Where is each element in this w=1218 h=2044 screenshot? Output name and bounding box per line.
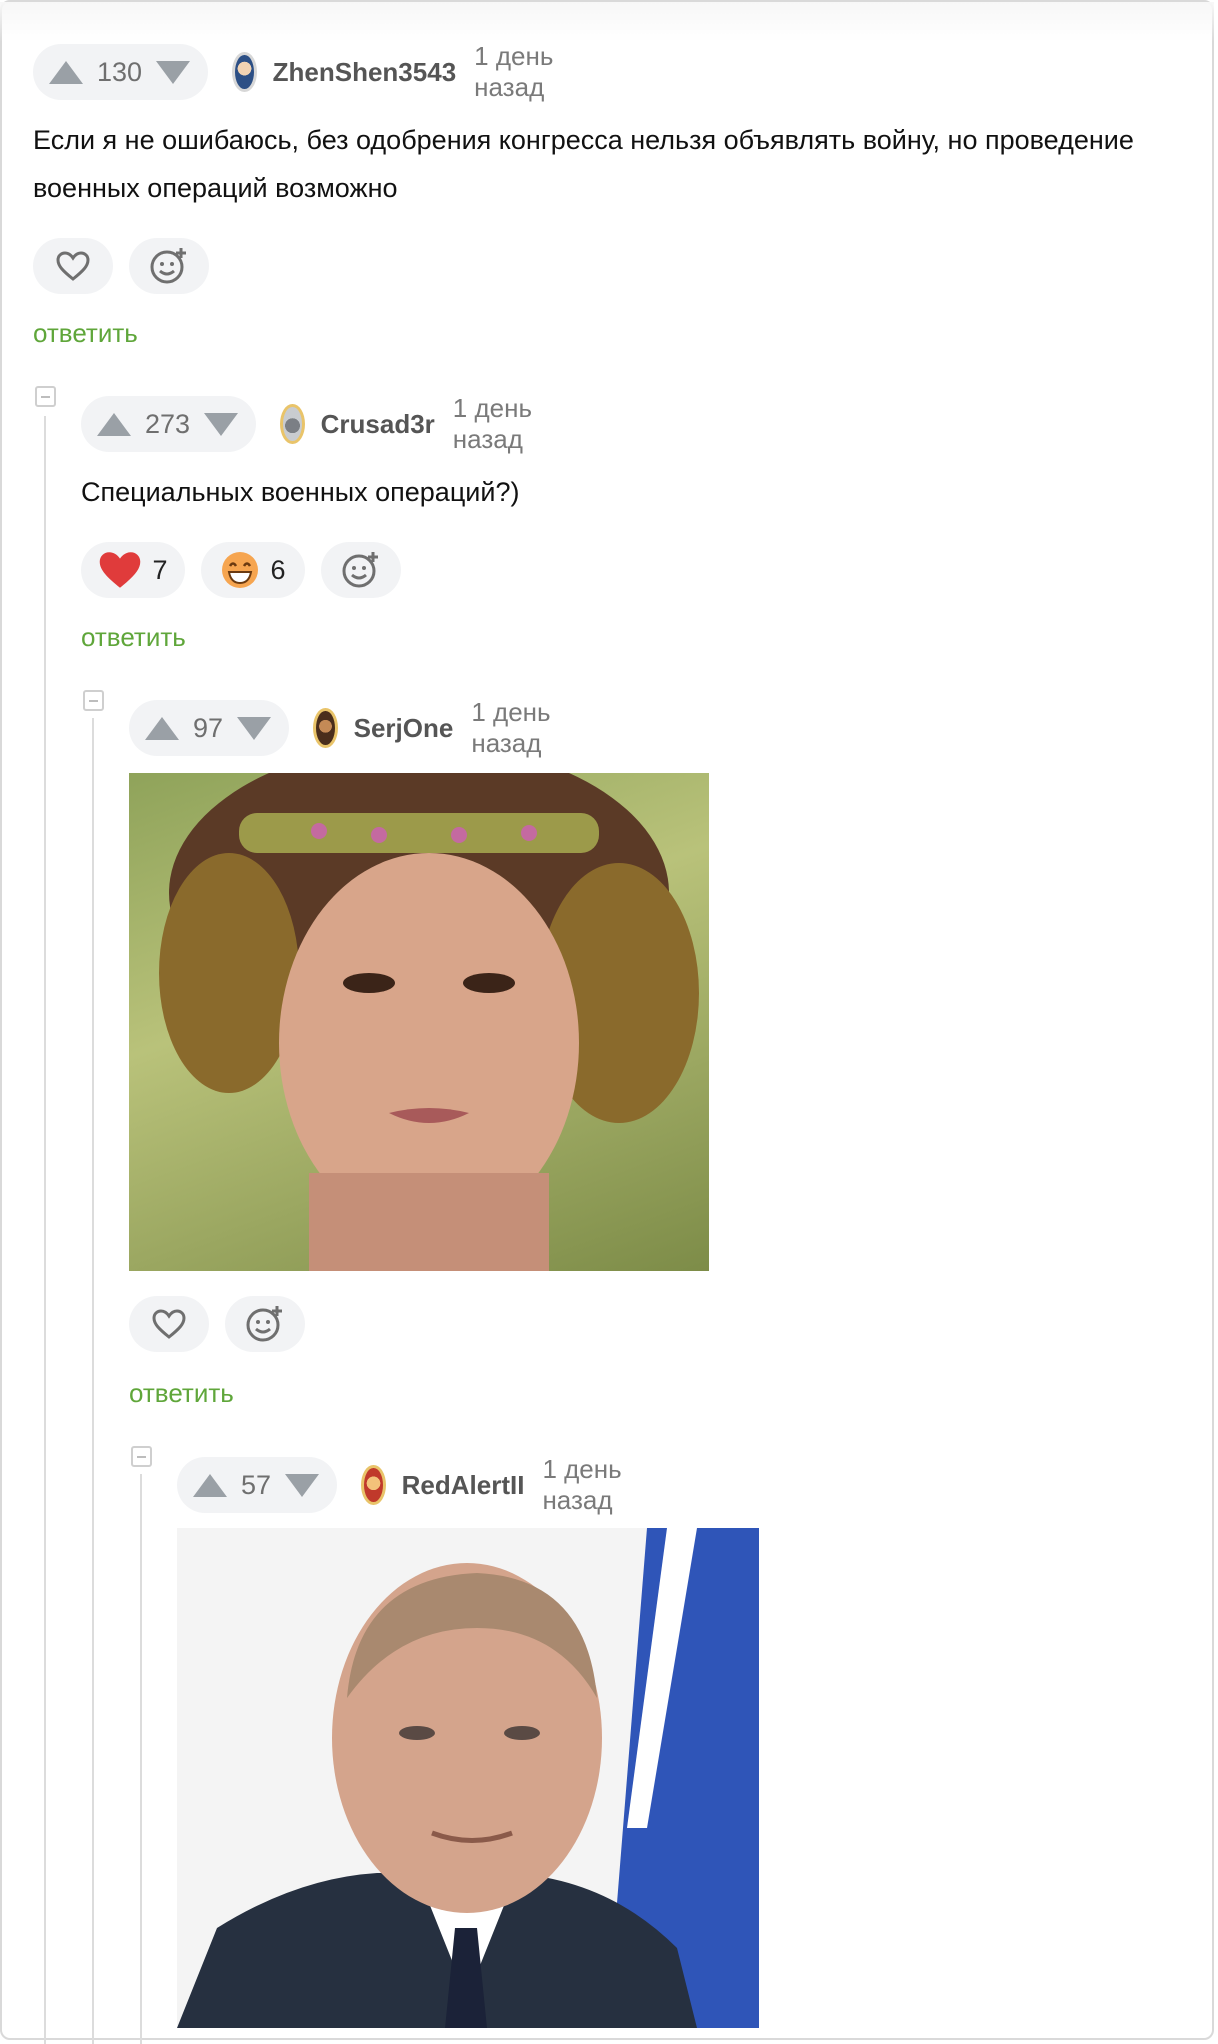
upvote-icon[interactable] bbox=[49, 60, 83, 84]
reaction-count: 7 bbox=[152, 554, 168, 585]
downvote-icon[interactable] bbox=[237, 716, 272, 740]
comment-time[interactable]: 1 день назад bbox=[471, 697, 557, 759]
heart-outline-icon bbox=[56, 251, 90, 281]
comment-header: 57 RedAlertII 1 день назад bbox=[177, 1454, 628, 1516]
comment-header: 273 Crusad3r 1 день назад bbox=[81, 393, 539, 455]
author-name[interactable]: RedAlertII bbox=[402, 1470, 525, 1501]
reply-link[interactable]: ответить bbox=[129, 1378, 234, 1409]
comment-text: Если я не ошибаюсь, без одобрения конгре… bbox=[33, 116, 1134, 212]
downvote-icon[interactable] bbox=[285, 1473, 320, 1497]
reaction-count: 6 bbox=[270, 554, 286, 585]
collapse-toggle-level-3[interactable] bbox=[131, 1446, 152, 1467]
comment-text-line: военных операций возможно bbox=[33, 173, 398, 203]
add-reaction-button[interactable] bbox=[129, 238, 209, 294]
comment-image[interactable] bbox=[177, 1528, 759, 2028]
author-name[interactable]: SerjOne bbox=[354, 713, 454, 744]
comment-text-line: Специальных военных операций?) bbox=[81, 477, 520, 507]
vote-widget: 273 bbox=[81, 396, 257, 452]
vote-widget: 130 bbox=[33, 44, 209, 100]
panel-top-shadow bbox=[0, 2, 1214, 42]
collapse-toggle-level-1[interactable] bbox=[35, 386, 56, 407]
thread-line-level-2[interactable] bbox=[92, 718, 94, 2044]
downvote-icon[interactable] bbox=[156, 60, 191, 84]
comment-header: 130 ZhenShen3543 1 день назад bbox=[33, 41, 560, 103]
comment-time[interactable]: 1 день назад bbox=[453, 393, 539, 455]
upvote-icon[interactable] bbox=[97, 412, 131, 436]
comment-score: 130 bbox=[97, 56, 143, 87]
avatar[interactable] bbox=[313, 708, 338, 748]
reply-link[interactable]: ответить bbox=[33, 318, 138, 349]
add-emoji-icon bbox=[246, 1306, 282, 1342]
comment-score: 273 bbox=[145, 408, 191, 439]
collapse-toggle-level-2[interactable] bbox=[83, 690, 104, 711]
add-reaction-button[interactable] bbox=[321, 542, 401, 598]
author-name[interactable]: ZhenShen3543 bbox=[273, 57, 457, 88]
add-emoji-icon bbox=[342, 552, 378, 588]
downvote-icon[interactable] bbox=[204, 412, 239, 436]
avatar[interactable] bbox=[280, 404, 305, 444]
reaction-button[interactable]: 7 bbox=[81, 542, 185, 598]
add-emoji-icon bbox=[150, 248, 186, 284]
avatar[interactable] bbox=[232, 52, 257, 92]
thread-line-level-1[interactable] bbox=[44, 416, 46, 2044]
upvote-icon[interactable] bbox=[145, 716, 179, 740]
red-heart-icon bbox=[100, 552, 141, 588]
photo-woman-with-headband bbox=[159, 773, 699, 1271]
like-button[interactable] bbox=[129, 1296, 209, 1352]
vote-widget: 57 bbox=[177, 1457, 338, 1513]
avatar[interactable] bbox=[361, 1465, 386, 1505]
reaction-button[interactable]: 6 bbox=[201, 542, 305, 598]
like-button[interactable] bbox=[33, 238, 113, 294]
vote-widget: 97 bbox=[129, 700, 290, 756]
upvote-icon[interactable] bbox=[193, 1473, 227, 1497]
comment-image[interactable] bbox=[129, 773, 709, 1271]
add-reaction-button[interactable] bbox=[225, 1296, 305, 1352]
comment-score: 57 bbox=[241, 1469, 272, 1500]
comment-time[interactable]: 1 день назад bbox=[542, 1454, 628, 1516]
thread-line-level-3[interactable] bbox=[140, 1474, 142, 2044]
grinning-face-icon bbox=[222, 552, 259, 588]
comment-header: 97 SerjOne 1 день назад bbox=[129, 697, 557, 759]
comment-text-line: Если я не ошибаюсь, без одобрения конгре… bbox=[33, 125, 1134, 155]
comment-score: 97 bbox=[193, 712, 224, 743]
comment-text: Специальных военных операций?) bbox=[81, 468, 519, 516]
heart-outline-icon bbox=[152, 1309, 186, 1339]
reply-link[interactable]: ответить bbox=[81, 622, 186, 653]
author-name[interactable]: Crusad3r bbox=[321, 409, 435, 440]
comment-time[interactable]: 1 день назад bbox=[474, 41, 560, 103]
photo-man-in-suit bbox=[177, 1528, 759, 2028]
